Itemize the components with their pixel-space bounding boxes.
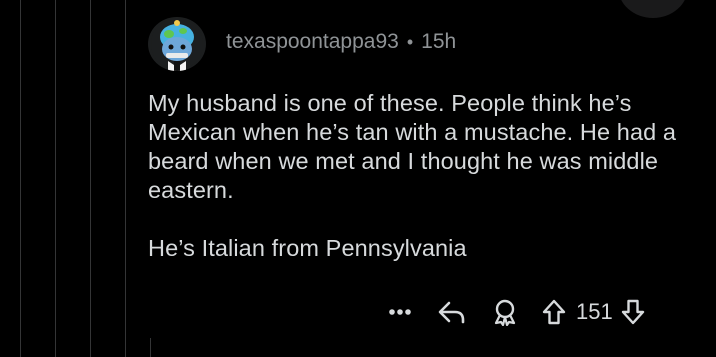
thread-line-4 [125,0,126,357]
more-options-icon [389,309,411,315]
avatar[interactable] [148,17,206,71]
comment-age: 15h [421,30,457,53]
downvote-button[interactable] [619,296,647,328]
reply-icon [438,301,465,324]
comment-paragraph: My husband is one of these. People think… [148,90,677,203]
thread-line-1 [20,0,21,357]
thread-line-2 [55,0,56,357]
downvote-icon [621,299,644,325]
comment-paragraph: He’s Italian from Pennsylvania [148,235,467,261]
thread-line-3 [90,0,91,357]
meta-separator: • [406,31,414,52]
comment-meta: texaspoontappa93 • 15h [226,30,456,54]
thread-line-child [150,338,151,357]
upvote-button[interactable] [540,296,568,328]
comment-actions: 151 [386,296,647,328]
comment-body: My husband is one of these. People think… [148,89,688,263]
floating-action-button[interactable] [618,0,688,18]
vote-count: 151 [576,299,613,324]
reply-button[interactable] [434,296,470,328]
more-options-button[interactable] [386,296,414,328]
username[interactable]: texaspoontappa93 [226,30,399,54]
award-button[interactable] [488,296,522,328]
upvote-icon [542,299,566,325]
snoo-avatar-icon [151,18,203,71]
award-icon [494,299,516,326]
